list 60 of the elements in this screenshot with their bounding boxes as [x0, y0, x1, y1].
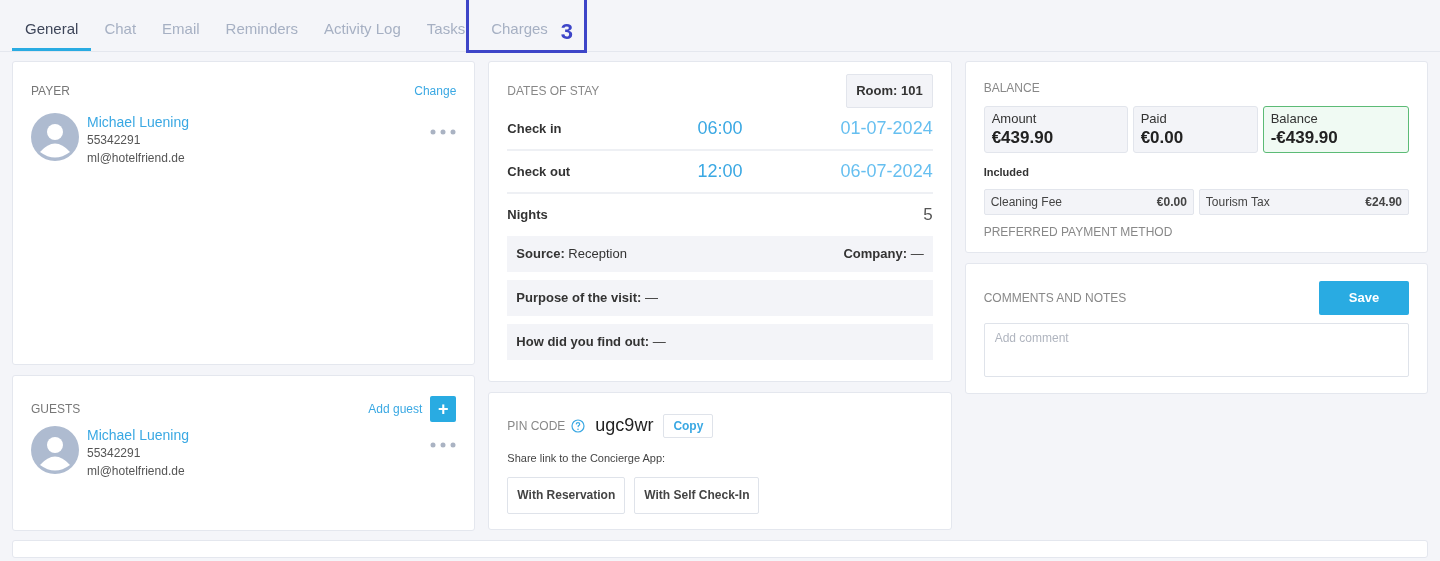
- tab[interactable]: General: [12, 11, 92, 51]
- add-button[interactable]: +: [430, 396, 457, 422]
- included-label: Included: [983, 165, 1029, 180]
- section-title: PAYER: [31, 83, 70, 100]
- field-label: Check out: [507, 162, 571, 181]
- tab[interactable]: Tasks: [413, 11, 479, 51]
- annotation-number: 3: [560, 17, 575, 46]
- avatar-icon: [31, 113, 79, 161]
- guest-name-link[interactable]: Michael Luening: [87, 113, 189, 131]
- field-label: Check in: [507, 119, 562, 138]
- fee-label: Cleaning Fee: [990, 193, 1063, 211]
- save-button[interactable]: Save: [1319, 281, 1409, 315]
- room-badge: Room: 101: [846, 74, 933, 108]
- section-title: BALANCE: [983, 80, 1040, 97]
- tab[interactable]: Email: [149, 11, 213, 51]
- phone-number: 55342291: [87, 445, 141, 462]
- section-title: GUESTS: [31, 401, 81, 418]
- date-value[interactable]: 01-07-2024: [840, 115, 933, 142]
- tab[interactable]: Reminders: [212, 11, 312, 51]
- add-guest-link[interactable]: Add guest: [368, 400, 423, 418]
- email-address: ml@hotelfriend.de: [87, 463, 185, 480]
- avatar-icon: [31, 426, 79, 474]
- info-text: Source: Reception: [516, 245, 627, 264]
- tab[interactable]: Activity Log: [311, 11, 414, 51]
- tile-label: Paid: [1140, 111, 1167, 127]
- field-label: Nights: [507, 206, 548, 225]
- section-title: DATES OF STAY: [507, 83, 600, 100]
- fee-value: €24.90: [1365, 193, 1402, 211]
- tile-value: -€439.90: [1270, 127, 1338, 149]
- info-text: Company: —: [843, 245, 924, 264]
- info-text: Purpose of the visit: —: [516, 289, 658, 308]
- share-button[interactable]: With Reservation: [507, 476, 626, 514]
- share-text: Share link to the Concierge App:: [507, 451, 666, 466]
- date-value[interactable]: 06-07-2024: [840, 158, 933, 185]
- time-value[interactable]: 06:00: [697, 115, 743, 142]
- nights-value: 5: [923, 204, 933, 227]
- tile-value: €439.90: [991, 127, 1054, 149]
- change-link[interactable]: Change: [414, 82, 457, 100]
- tile-value: €0.00: [1140, 127, 1184, 149]
- info-text: How did you find out: —: [516, 333, 666, 352]
- time-value[interactable]: 12:00: [697, 158, 743, 185]
- copy-button[interactable]: Copy: [663, 413, 714, 438]
- tile-label: Amount: [991, 111, 1037, 127]
- fee-label: Tourism Tax: [1205, 193, 1270, 211]
- more-options-icon[interactable]: [430, 129, 457, 135]
- section-title: PIN CODE: [507, 417, 566, 435]
- phone-number: 55342291: [87, 132, 141, 149]
- comment-field[interactable]: Add comment: [983, 323, 1409, 377]
- fee-value: €0.00: [1156, 193, 1187, 211]
- help-icon[interactable]: [571, 418, 586, 433]
- tile-label: Balance: [1270, 111, 1318, 127]
- section-title: COMMENTS AND NOTES: [983, 290, 1127, 307]
- tab[interactable]: Chat: [91, 11, 150, 51]
- pin-code: ugc9wr: [595, 414, 654, 437]
- tab[interactable]: Charges: [478, 11, 561, 51]
- guest-name-link[interactable]: Michael Luening: [87, 426, 189, 444]
- email-address: ml@hotelfriend.de: [87, 150, 185, 167]
- section-title: PREFERRED PAYMENT METHOD: [983, 223, 1173, 241]
- more-options-icon[interactable]: [430, 442, 457, 448]
- share-button[interactable]: With Self Check-In: [634, 476, 760, 514]
